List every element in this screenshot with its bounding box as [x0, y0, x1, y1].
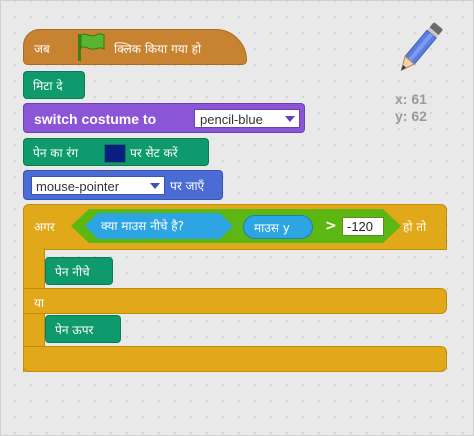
operator-label: > — [325, 218, 337, 234]
pen-down-label: पेन नीचे — [55, 265, 90, 279]
pen-color-swatch[interactable] — [104, 144, 126, 163]
set-label: पर सेट करें — [130, 146, 178, 160]
mouse-down-label: क्या माउस नीचे है? — [101, 219, 185, 233]
chevron-down-icon — [285, 116, 295, 122]
if-else-block[interactable]: अगर क्या माउस नीचे है? माउस y > -120 हो … — [23, 204, 447, 372]
go-to-block[interactable]: mouse-pointer पर जाएँ — [23, 170, 223, 200]
sprite-coordinates: x: 61 y: 62 — [395, 91, 427, 125]
set-pen-color-block[interactable]: पेन का रंग पर सेट करें — [23, 138, 209, 166]
compare-value-input[interactable]: -120 — [342, 217, 384, 236]
if-footer — [23, 346, 447, 372]
chevron-down-icon — [150, 183, 160, 189]
clear-label: मिटा दे — [33, 79, 63, 93]
x-value: 61 — [411, 91, 427, 107]
else-label: या — [34, 296, 45, 310]
if-label: अगर — [34, 220, 55, 234]
clear-block[interactable]: मिटा दे — [23, 71, 85, 99]
target-dropdown[interactable]: mouse-pointer — [31, 176, 165, 195]
pencil-icon — [400, 22, 443, 72]
target-value: mouse-pointer — [36, 179, 120, 194]
mouse-y-label: माउस y — [254, 221, 290, 235]
y-label: y: — [395, 108, 408, 124]
when-flag-clicked-block[interactable]: जब क्लिक किया गया हो — [23, 29, 247, 65]
mouse-y-block[interactable]: माउस y — [243, 215, 313, 239]
scripts-area[interactable]: x: 61 y: 62 जब क्लिक किया गया हो मिटा दे… — [0, 0, 474, 436]
x-label: x: — [395, 91, 408, 107]
green-flag-icon — [78, 33, 105, 61]
pen-down-block[interactable]: पेन नीचे — [45, 257, 113, 285]
pen-up-block[interactable]: पेन ऊपर — [45, 315, 121, 343]
when-label: जब — [34, 42, 50, 56]
sprite-thumbnail[interactable] — [393, 15, 447, 81]
costume-value: pencil-blue — [200, 112, 263, 127]
go-to-label: पर जाएँ — [170, 179, 205, 193]
y-value: 62 — [411, 108, 427, 124]
costume-dropdown[interactable]: pencil-blue — [194, 109, 300, 128]
clicked-label: क्लिक किया गया हो — [114, 42, 202, 56]
switch-costume-label: switch costume to — [34, 111, 157, 127]
else-arm — [23, 288, 447, 314]
switch-costume-block[interactable]: switch costume to pencil-blue — [23, 103, 305, 133]
mouse-down-block[interactable]: क्या माउस नीचे है? — [85, 213, 233, 239]
compare-value: -120 — [347, 219, 374, 234]
pen-color-label: पेन का रंग — [33, 146, 79, 160]
then-label: हो तो — [403, 220, 427, 234]
pen-up-label: पेन ऊपर — [55, 323, 94, 337]
